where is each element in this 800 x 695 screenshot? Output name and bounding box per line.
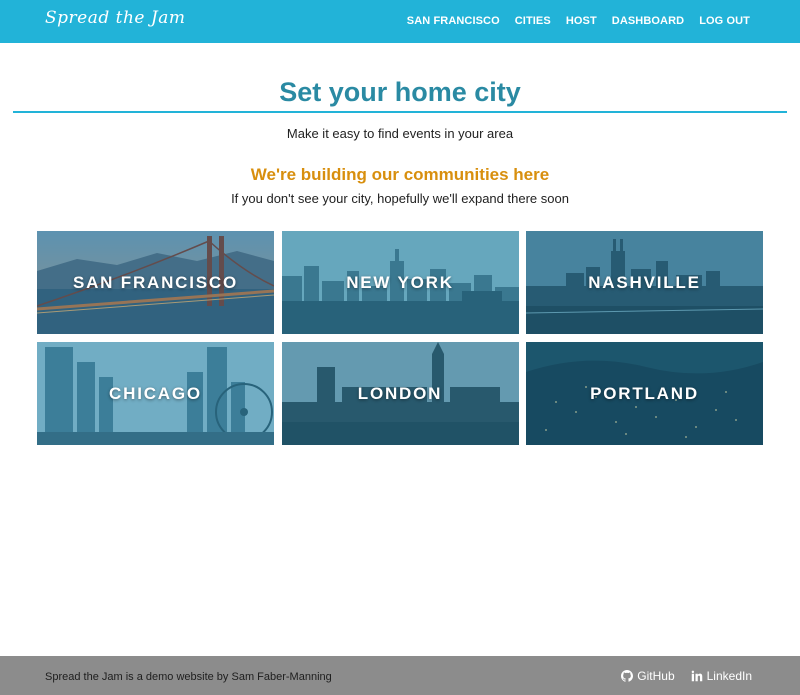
- communities-heading: We're building our communities here: [250, 165, 550, 184]
- top-navbar: Spread the Jam SAN FRANCISCO CITIES HOST…: [0, 0, 800, 43]
- nav-link-dashboard[interactable]: DASHBOARD: [612, 15, 684, 27]
- github-label: GitHub: [637, 669, 675, 683]
- city-name: CHICAGO: [109, 383, 202, 403]
- city-grid: SAN FRANCISCO NEW YORK NASHVILLE CHICAGO…: [37, 231, 763, 445]
- github-icon: [621, 670, 634, 682]
- city-name: LONDON: [357, 383, 443, 403]
- city-name: NEW YORK: [346, 272, 454, 292]
- linkedin-link[interactable]: LinkedIn: [691, 669, 752, 683]
- city-card-chicago[interactable]: CHICAGO: [37, 342, 274, 445]
- linkedin-label: LinkedIn: [706, 669, 752, 683]
- github-link[interactable]: GitHub: [621, 669, 675, 683]
- footer-credit: Spread the Jam is a demo website by Sam …: [45, 671, 332, 683]
- page-title: Set your home city: [279, 77, 521, 107]
- title-divider: [13, 111, 787, 113]
- nav-link-log-out[interactable]: LOG OUT: [699, 15, 750, 27]
- footer: Spread the Jam is a demo website by Sam …: [0, 656, 800, 695]
- nav-link-san-francisco[interactable]: SAN FRANCISCO: [407, 15, 500, 27]
- communities-subtext: If you don't see your city, hopefully we…: [231, 191, 569, 206]
- page-subtitle: Make it easy to find events in your area: [286, 126, 514, 141]
- nav-link-cities[interactable]: CITIES: [515, 15, 551, 27]
- city-card-nashville[interactable]: NASHVILLE: [526, 231, 763, 334]
- city-name: SAN FRANCISCO: [72, 272, 239, 292]
- nav-link-host[interactable]: HOST: [566, 15, 597, 27]
- city-name: NASHVILLE: [588, 272, 701, 292]
- city-card-new-york[interactable]: NEW YORK: [281, 231, 519, 334]
- footer-links: GitHub LinkedIn: [621, 669, 752, 683]
- linkedin-icon: [691, 670, 702, 682]
- city-card-london[interactable]: LONDON: [281, 342, 519, 445]
- brand-logo-link[interactable]: Spread the Jam: [45, 8, 185, 28]
- city-card-portland[interactable]: PORTLAND: [526, 342, 763, 445]
- nav-links: SAN FRANCISCO CITIES HOST DASHBOARD LOG …: [407, 15, 750, 27]
- city-name: PORTLAND: [590, 383, 699, 403]
- city-card-san-francisco[interactable]: SAN FRANCISCO: [37, 231, 274, 334]
